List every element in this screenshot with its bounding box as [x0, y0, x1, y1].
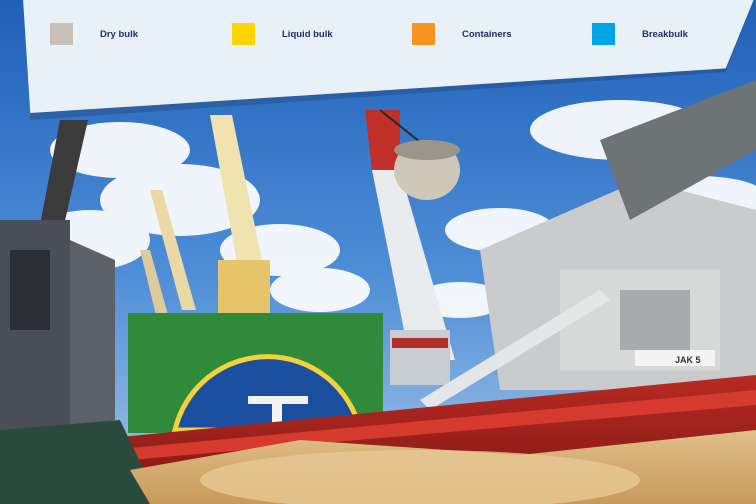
hull-marking: JAK 5	[675, 355, 701, 365]
hull-marking-layer: JAK 5	[675, 355, 701, 365]
